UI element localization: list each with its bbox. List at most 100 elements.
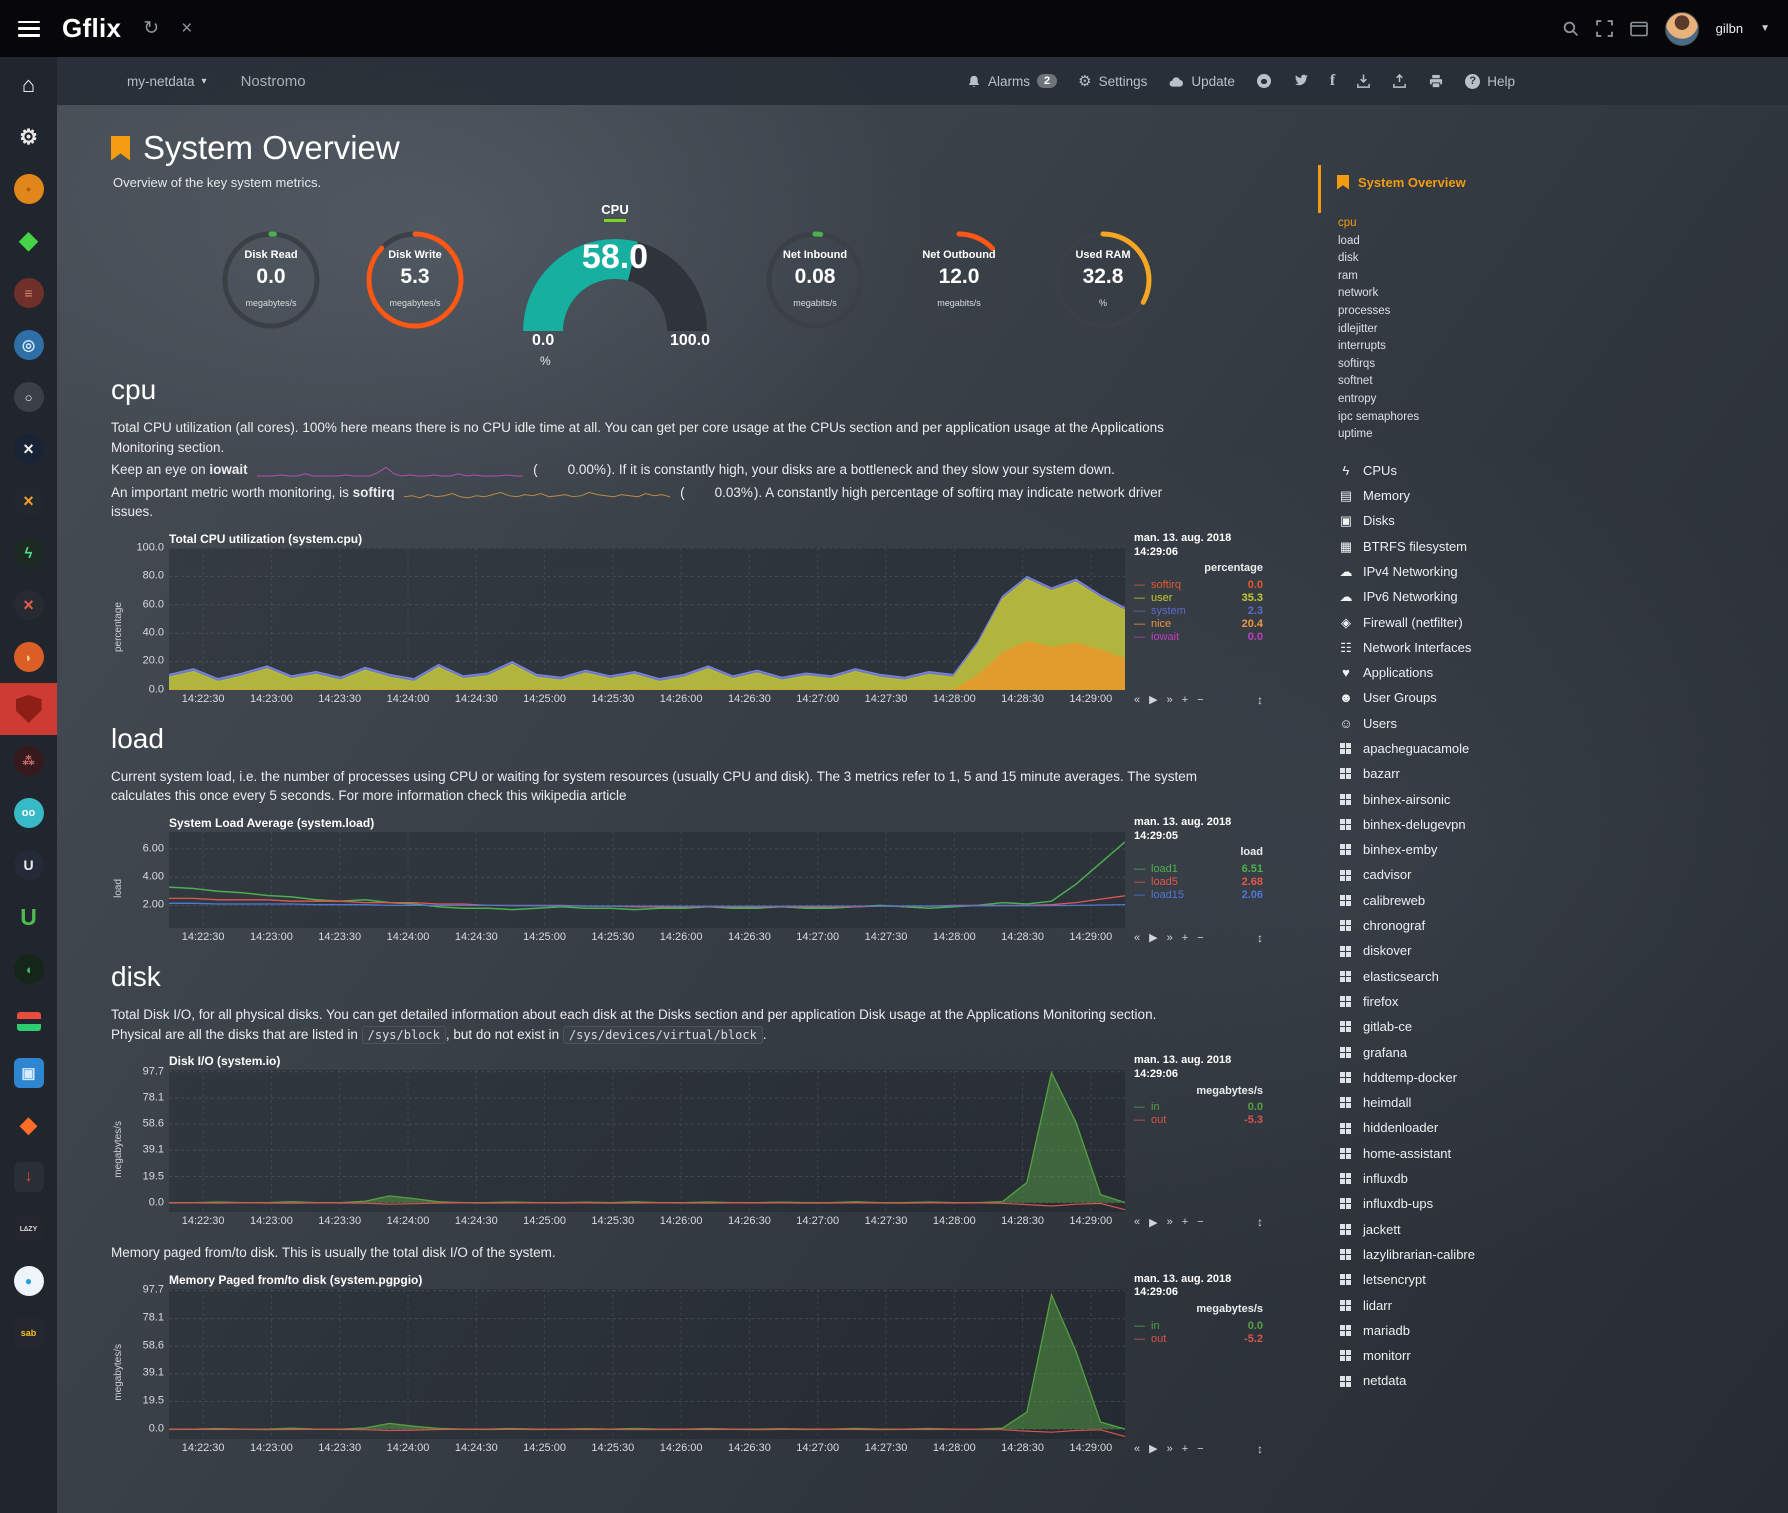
toc-section[interactable]: ▣ Disks [1338,508,1475,533]
app-firefox-icon[interactable]: ◗ [0,631,57,683]
load-chart-legend[interactable]: —load16.51—load52.68—load152.06 [1134,862,1263,928]
bazarr[interactable]: bazarr [1338,761,1475,786]
legend-row[interactable]: —load152.06 [1134,888,1263,901]
legend-row[interactable]: —user35.3 [1134,591,1263,604]
legend-row[interactable]: —in0.0 [1134,1319,1263,1332]
facebook-icon[interactable]: f [1330,72,1335,90]
cpu-chart-legend[interactable]: —softirq0.0—user35.3—system2.3—nice20.4—… [1134,578,1263,690]
pan-right-icon[interactable]: » [1167,694,1173,706]
mem-chart-controls[interactable]: « ▶ » + − ↕ [1134,1442,1263,1456]
toc-subitem[interactable]: entropy [1338,391,1475,409]
lidarr[interactable]: lidarr [1338,1293,1475,1318]
print-icon[interactable] [1428,74,1444,89]
app-green-diamond-icon[interactable]: ◆ [0,215,57,267]
app-red-arrow-icon[interactable]: ↓ [0,1151,57,1203]
hiddenloader[interactable]: hiddenloader [1338,1115,1475,1140]
mem-chart-plot[interactable] [169,1289,1125,1439]
binhex-delugevpn[interactable]: binhex-delugevpn [1338,812,1475,837]
zoom-out-icon[interactable]: − [1197,694,1203,706]
toc-subitem[interactable]: load [1338,233,1475,251]
firefox[interactable]: firefox [1338,989,1475,1014]
update-button[interactable]: Update [1168,74,1235,89]
toc-section[interactable]: ♥ Applications [1338,660,1475,685]
toc-subitem[interactable]: interrupts [1338,338,1475,356]
toc-subitem[interactable]: network [1338,285,1475,303]
gauge-cpu[interactable]: CPU 58.0 0.0 100.0 % [500,202,730,358]
cpu-chart-controls[interactable]: « ▶ » + − ↕ [1134,693,1263,707]
user-avatar[interactable] [1665,12,1699,46]
toc-active-section[interactable]: System Overview [1318,165,1475,213]
browser-window-icon[interactable] [1630,21,1648,37]
load-chart-controls[interactable]: « ▶ » + − ↕ [1134,931,1263,945]
gauge-used-ram[interactable]: Used RAM 32.8 % [1044,221,1162,339]
legend-row[interactable]: —out-5.3 [1134,1114,1263,1127]
app-search-icon[interactable]: ○ [0,371,57,423]
app-sab-icon[interactable]: sab [0,1307,57,1359]
netdata[interactable]: netdata [1338,1368,1475,1393]
toc-section[interactable]: ▦ BTRFS filesystem [1338,534,1475,559]
disk-chart-plot[interactable] [169,1070,1125,1212]
alarms-button[interactable]: Alarms 2 [967,74,1057,89]
binhex-emby[interactable]: binhex-emby [1338,837,1475,862]
legend-row[interactable]: —iowait0.0 [1134,630,1263,643]
app-lazy-icon[interactable]: L∆ZY [0,1203,57,1255]
app-drop-icon[interactable]: ● [0,1255,57,1307]
app-dark-x-icon[interactable]: × [0,423,57,475]
gauge-disk-write[interactable]: Disk Write 5.3 megabytes/s [356,221,474,339]
pan-left-icon[interactable]: « [1134,932,1140,944]
toc-subitem[interactable]: cpu [1338,215,1475,233]
close-tab-icon[interactable]: × [181,19,192,38]
resize-handle-icon[interactable]: ↕ [1257,931,1263,945]
twitter-icon[interactable] [1293,74,1309,88]
app-dark-green-icon[interactable]: ◖ [0,943,57,995]
gauge-net-outbound[interactable]: Net Outbound 12.0 megabits/s [900,221,1018,339]
legend-row[interactable]: —in0.0 [1134,1101,1263,1114]
app-pills-icon[interactable] [0,995,57,1047]
elasticsearch[interactable]: elasticsearch [1338,964,1475,989]
resize-handle-icon[interactable]: ↕ [1257,1442,1263,1456]
chronograf[interactable]: chronograf [1338,913,1475,938]
cpu-chart-plot[interactable] [169,548,1125,690]
heimdall[interactable]: heimdall [1338,1090,1475,1115]
legend-row[interactable]: —out-5.2 [1134,1332,1263,1345]
app-red-stack-icon[interactable]: ≡ [0,267,57,319]
help-button[interactable]: ? Help [1465,74,1515,89]
toc-section[interactable]: ☁ IPv6 Networking [1338,584,1475,609]
app-berries-icon[interactable]: ⁂ [0,735,57,787]
play-icon[interactable]: ▶ [1149,1442,1157,1455]
gauge-net-inbound[interactable]: Net Inbound 0.08 megabits/s [756,221,874,339]
jackett[interactable]: jackett [1338,1217,1475,1242]
legend-row[interactable]: —nice20.4 [1134,617,1263,630]
app-dark-u-icon[interactable]: U [0,839,57,891]
home-assistant[interactable]: home-assistant [1338,1141,1475,1166]
apacheguacamole[interactable]: apacheguacamole [1338,736,1475,761]
toc-section[interactable]: ◈ Firewall (netfilter) [1338,610,1475,635]
toc-subitem[interactable]: ram [1338,268,1475,286]
import-icon[interactable] [1356,73,1371,89]
toc-subitem[interactable]: disk [1338,250,1475,268]
legend-row[interactable]: —softirq0.0 [1134,578,1263,591]
app-shield-icon[interactable] [0,683,57,735]
toc-subitem[interactable]: uptime [1338,426,1475,444]
resize-handle-icon[interactable]: ↕ [1257,1215,1263,1229]
play-icon[interactable]: ▶ [1149,693,1157,706]
toc-section[interactable]: ☁ IPv4 Networking [1338,559,1475,584]
export-icon[interactable] [1392,73,1407,89]
lazylibrarian-calibre[interactable]: lazylibrarian-calibre [1338,1242,1475,1267]
resize-handle-icon[interactable]: ↕ [1257,693,1263,707]
zoom-out-icon[interactable]: − [1197,1216,1203,1228]
home-icon[interactable]: ⌂ [0,59,57,111]
cadvisor[interactable]: cadvisor [1338,862,1475,887]
app-orange-swirl-icon[interactable]: ● [0,163,57,215]
legend-row[interactable]: —load16.51 [1134,862,1263,875]
zoom-in-icon[interactable]: + [1182,932,1188,944]
load-chart-plot[interactable] [169,832,1125,928]
zoom-out-icon[interactable]: − [1197,1443,1203,1455]
calibreweb[interactable]: calibreweb [1338,888,1475,913]
user-menu-caret-icon[interactable]: ▼ [1760,23,1770,34]
search-icon[interactable] [1562,20,1579,37]
monitorr[interactable]: monitorr [1338,1343,1475,1368]
toc-subitem[interactable]: idlejitter [1338,321,1475,339]
toc-subitem[interactable]: softnet [1338,373,1475,391]
fullscreen-icon[interactable] [1596,20,1613,37]
